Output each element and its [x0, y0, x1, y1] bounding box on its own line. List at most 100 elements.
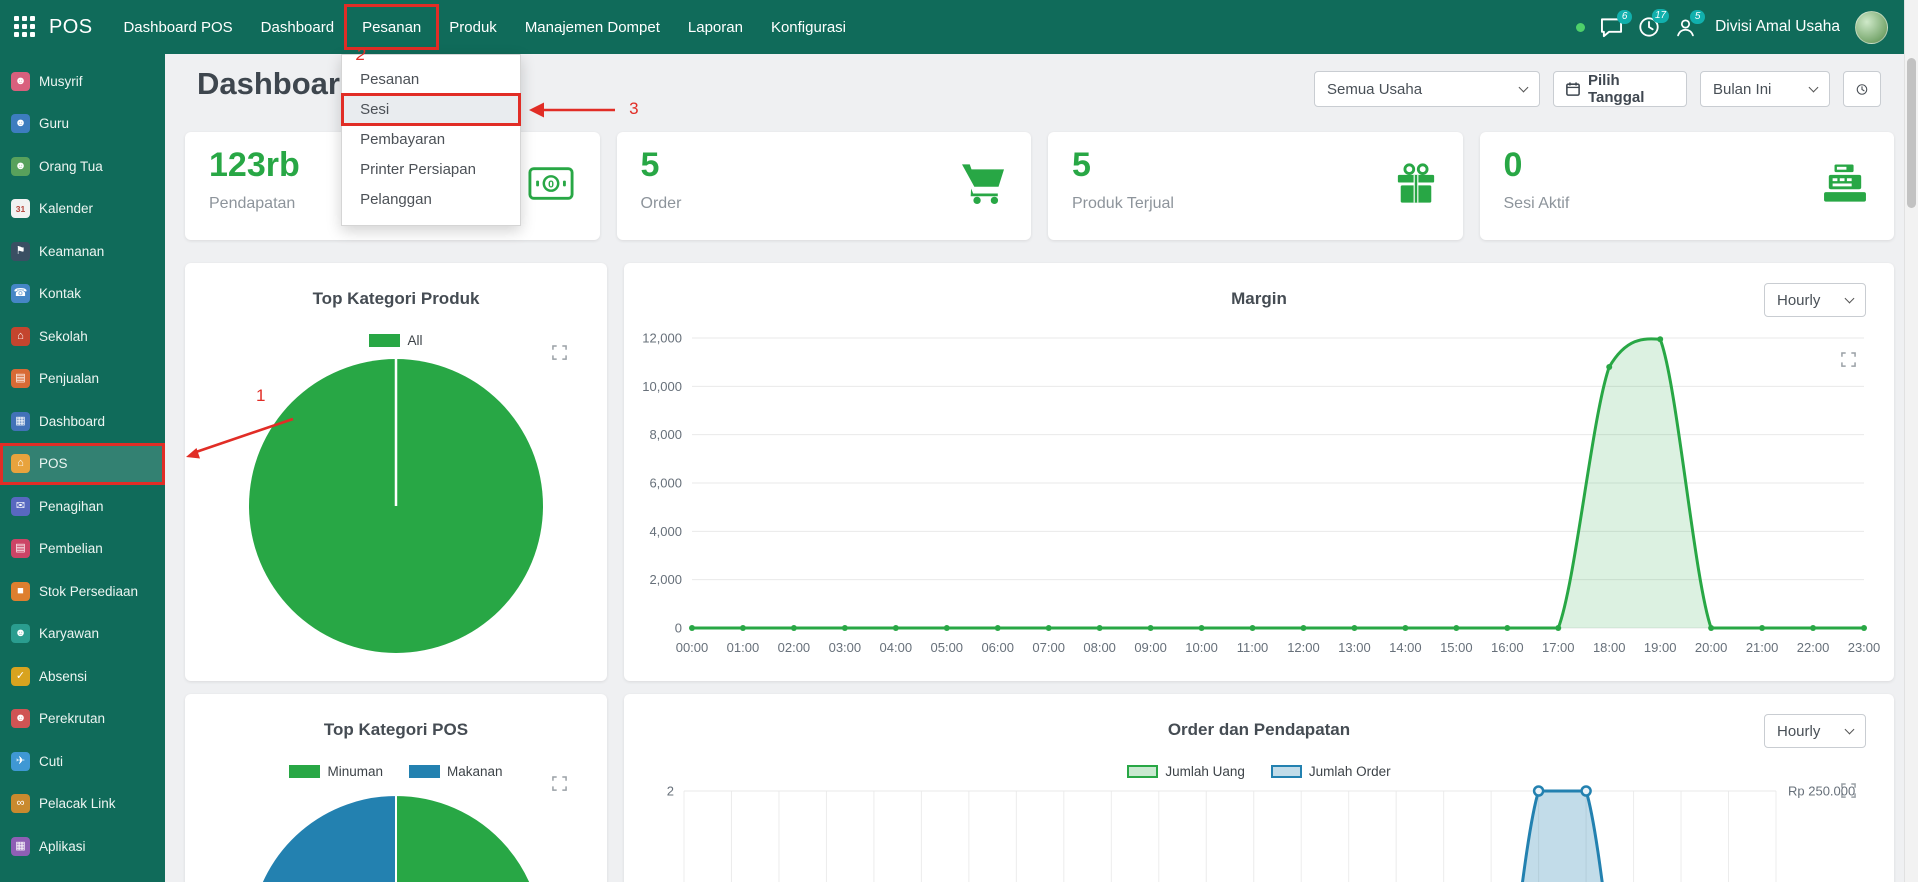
- margin-line-chart: 0 2,000 4,000 6,000 8,000 10,000 12,000 00:00 01…: [642, 333, 1880, 655]
- legend-item-jumlah-order: Jumlah Order: [1270, 764, 1391, 779]
- svg-text:19:00: 19:00: [1644, 640, 1677, 655]
- sidebar-item-absensi[interactable]: ✓ Absensi: [0, 655, 165, 698]
- svg-text:2,000: 2,000: [649, 572, 682, 587]
- svg-text:11:00: 11:00: [1237, 640, 1269, 655]
- chart-title: Margin: [1231, 289, 1287, 308]
- timeoff-icon: ✈: [11, 751, 30, 771]
- svg-text:10:00: 10:00: [1185, 640, 1218, 655]
- sidebar-item-label: Dashboard: [39, 413, 106, 429]
- sidebar-item-label: POS: [39, 456, 68, 472]
- nav-item-dashboard-pos[interactable]: Dashboard POS: [109, 0, 246, 54]
- sidebar-item-label: Musyrif: [39, 73, 83, 89]
- svg-text:8,000: 8,000: [649, 427, 682, 442]
- period-select[interactable]: Bulan Ini: [1700, 71, 1830, 107]
- chart-legend: Jumlah Uang Jumlah Order: [624, 764, 1894, 779]
- svg-text:4,000: 4,000: [649, 524, 682, 539]
- dropdown-item-pesanan[interactable]: Pesanan: [342, 65, 520, 95]
- pick-date-button[interactable]: Pilih Tanggal: [1553, 71, 1687, 107]
- sidebar-item-keamanan[interactable]: ⚑ Keamanan: [0, 230, 165, 273]
- sales-icon: ▤: [11, 369, 30, 389]
- sidebar-item-label: Penagihan: [39, 498, 104, 514]
- stat-card-produk-terjual: 5 Produk Terjual: [1048, 132, 1463, 240]
- nav-item-produk[interactable]: Produk: [435, 0, 511, 54]
- vertical-scrollbar[interactable]: [1904, 0, 1918, 882]
- business-select[interactable]: Semua Usaha: [1314, 71, 1540, 107]
- sidebar-item-aplikasi[interactable]: ▦ Aplikasi: [0, 825, 165, 868]
- sidebar-item-pelacak-link[interactable]: ∞ Pelacak Link: [0, 783, 165, 826]
- orders-area-chart: 00:0001:0002:0003:0004:0005:0006:0007:00…: [667, 784, 1855, 882]
- legend-swatch: [1127, 765, 1159, 778]
- svg-text:07:00: 07:00: [1032, 640, 1065, 655]
- svg-text:08:00: 08:00: [1083, 640, 1116, 655]
- apps-grid-icon[interactable]: [14, 16, 36, 38]
- svg-text:09:00: 09:00: [1134, 640, 1167, 655]
- dashboard-filters: Semua Usaha Pilih Tanggal Bulan Ini: [1314, 71, 1881, 107]
- svg-text:02:00: 02:00: [778, 640, 811, 655]
- svg-text:16:00: 16:00: [1491, 640, 1524, 655]
- dropdown-item-sesi[interactable]: Sesi: [342, 95, 521, 125]
- orders-interval-select[interactable]: Hourly: [1764, 714, 1866, 748]
- stat-value: 5: [640, 146, 660, 184]
- contacts-icon: ☎: [11, 284, 30, 304]
- sidebar: ☻ Musyrif ☻ Guru ☻ Orang Tua 31 Kalender ⚑ Keaman…: [0, 54, 165, 882]
- nav-item-dashboard[interactable]: Dashboard: [247, 0, 348, 54]
- inventory-icon: ■: [11, 581, 30, 601]
- sidebar-item-musyrif[interactable]: ☻ Musyrif: [0, 60, 165, 103]
- messages-icon[interactable]: 6: [1600, 9, 1633, 38]
- margin-interval-select[interactable]: Hourly: [1764, 283, 1866, 317]
- sidebar-item-label: Sekolah: [39, 328, 88, 344]
- svg-text:15:00: 15:00: [1440, 640, 1473, 655]
- company-switcher[interactable]: Divisi Amal Usaha: [1715, 18, 1840, 36]
- activities-badge: 17: [1651, 9, 1670, 23]
- person-icon: ☻: [11, 71, 30, 91]
- sidebar-item-orang-tua[interactable]: ☻ Orang Tua: [0, 145, 165, 188]
- sidebar-item-dashboard[interactable]: ▦ Dashboard: [0, 400, 165, 443]
- chevron-down-icon: [1844, 293, 1855, 303]
- stat-label: Sesi Aktif: [1503, 195, 1570, 213]
- sidebar-item-karyawan[interactable]: ☻ Karyawan: [0, 613, 165, 656]
- annotation-arrow-step3: [529, 102, 616, 118]
- brand-title[interactable]: POS: [49, 16, 92, 39]
- nav-item-pesanan[interactable]: Pesanan 2: [344, 0, 440, 64]
- sidebar-item-perekrutan[interactable]: ☻ Perekrutan: [0, 698, 165, 741]
- sidebar-item-penagihan[interactable]: ✉ Penagihan: [0, 485, 165, 528]
- nav-item-laporan[interactable]: Laporan: [674, 0, 757, 54]
- svg-text:12,000: 12,000: [642, 333, 682, 346]
- svg-text:6,000: 6,000: [649, 476, 682, 491]
- sidebar-item-label: Kalender: [39, 201, 94, 217]
- svg-text:2: 2: [667, 784, 674, 799]
- sidebar-item-penjualan[interactable]: ▤ Penjualan: [0, 358, 165, 401]
- sidebar-item-label: Karyawan: [39, 626, 100, 642]
- dropdown-items: Pesanan Sesi Pembayaran Printer Persiapan Pe…: [342, 65, 521, 215]
- pos-icon: ⌂: [11, 454, 30, 474]
- stat-label: Produk Terjual: [1072, 195, 1174, 213]
- calendar-icon: 31: [11, 199, 30, 219]
- sidebar-item-label: Absensi: [39, 668, 88, 684]
- scrollbar-thumb[interactable]: [1907, 58, 1916, 208]
- sidebar-item-stok-persediaan[interactable]: ■ Stok Persediaan: [0, 570, 165, 613]
- history-button[interactable]: [1843, 71, 1881, 107]
- nav-item-label: Manajemen Dompet: [524, 18, 660, 36]
- sidebar-item-kalender[interactable]: 31 Kalender: [0, 188, 165, 231]
- app-root: POS Dashboard POS Dashboard Pesanan 2 Produk…: [0, 0, 1918, 882]
- dropdown-item-pelanggan[interactable]: Pelanggan: [342, 185, 520, 215]
- nav-item-manajemen-dompet[interactable]: Manajemen Dompet: [511, 0, 674, 54]
- sidebar-item-sekolah[interactable]: ⌂ Sekolah: [0, 315, 165, 358]
- dropdown-item-pembayaran[interactable]: Pembayaran: [342, 125, 520, 155]
- recruitment-icon: ☻: [11, 709, 30, 729]
- sidebar-item-pembelian[interactable]: ▤ Pembelian: [0, 528, 165, 571]
- banknote-icon: 0: [527, 167, 574, 206]
- sidebar-item-cuti[interactable]: ✈ Cuti: [0, 740, 165, 783]
- sidebar-item-pos[interactable]: ⌂ POS: [0, 442, 165, 485]
- page-title: Dashboard: [197, 66, 359, 101]
- pie-chart: [249, 359, 543, 653]
- activities-icon[interactable]: 17: [1638, 9, 1670, 38]
- nav-item-konfigurasi[interactable]: Konfigurasi: [757, 0, 860, 54]
- sidebar-item-guru[interactable]: ☻ Guru: [0, 103, 165, 146]
- chevron-down-icon: [1518, 82, 1529, 92]
- dropdown-item-printer-persiapan[interactable]: Printer Persiapan: [342, 155, 520, 185]
- security-icon: ⚑: [11, 241, 30, 261]
- sidebar-item-kontak[interactable]: ☎ Kontak: [0, 273, 165, 316]
- notifications-icon[interactable]: 5: [1675, 9, 1706, 38]
- user-avatar[interactable]: [1855, 10, 1888, 44]
